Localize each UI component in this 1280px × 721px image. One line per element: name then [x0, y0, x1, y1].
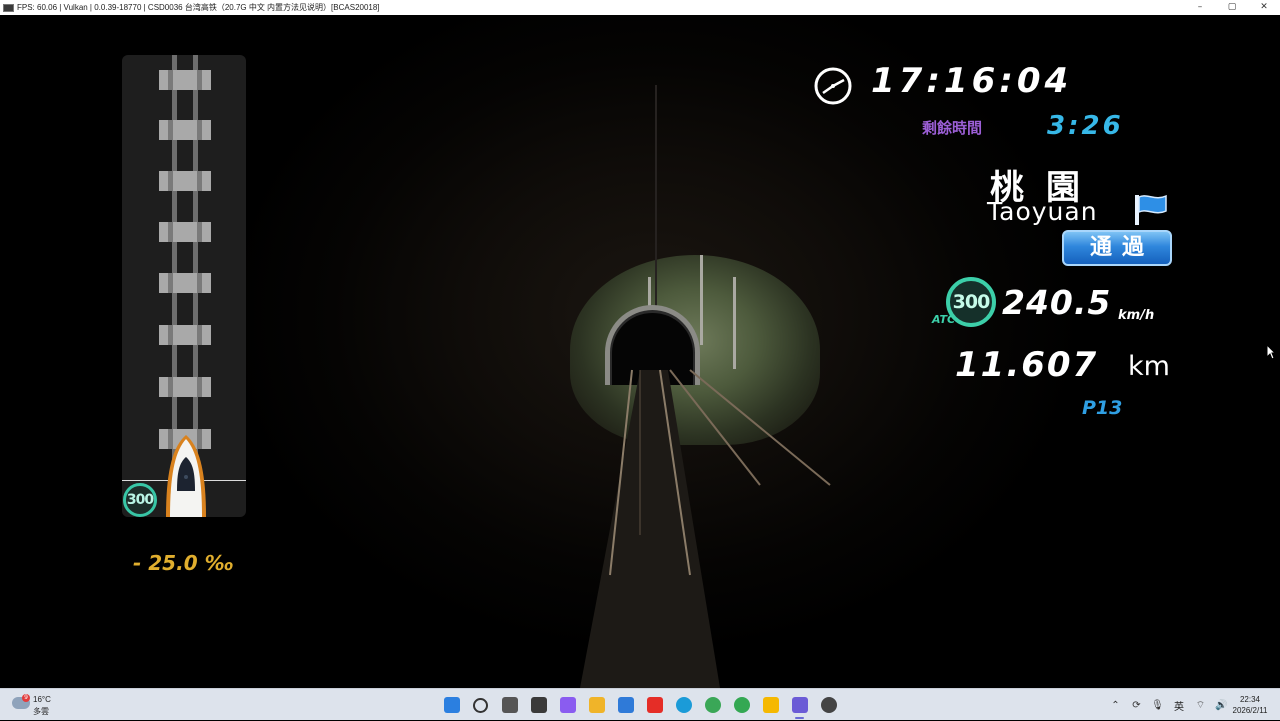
taskbar-time: 22:34 [1239, 695, 1261, 704]
track-sleeper [159, 120, 211, 140]
maximize-button[interactable]: ▢ [1216, 0, 1248, 15]
weather-description: 多雲 [33, 707, 49, 716]
gradient-value: - 25.0 ‰ [133, 551, 234, 575]
system-tray: ⌃ ⟳ 🎙 英 ⌔ 🔊 [1105, 689, 1232, 721]
task-view-button-icon [501, 697, 518, 713]
minimize-button[interactable]: – [1184, 0, 1216, 15]
track-sleeper [159, 70, 211, 90]
track-sleeper [159, 171, 211, 191]
clock-icon [814, 67, 852, 105]
taskbar-clock[interactable]: 22:34 2026/2/11 [1228, 694, 1272, 716]
point-code: P13 [1082, 397, 1123, 419]
app-goat-icon [530, 697, 547, 713]
window-title: FPS: 60.06 | Vulkan | 0.0.39-18770 | CSD… [17, 3, 380, 12]
taskbar-apps [437, 689, 843, 721]
app-youtube[interactable] [640, 689, 669, 721]
app-youtube-icon [646, 697, 663, 713]
track-rail [193, 55, 198, 475]
tray-sync-icon[interactable]: ⟳ [1126, 700, 1147, 711]
app-mail[interactable] [611, 689, 640, 721]
app-notes[interactable] [756, 689, 785, 721]
app-chrome[interactable] [698, 689, 727, 721]
window-controls: – ▢ ✕ [1184, 0, 1280, 15]
app-copilot[interactable] [553, 689, 582, 721]
app-text-editor[interactable] [785, 689, 814, 721]
app-simulator[interactable] [814, 689, 843, 721]
app-mail-icon [617, 697, 634, 713]
app-text-editor-icon [791, 697, 808, 713]
speed-value: 240.5 [1002, 283, 1112, 322]
speed-unit: km/h [1118, 308, 1155, 323]
search-button[interactable] [466, 689, 495, 721]
next-station-name-en: Taoyuan [987, 197, 1098, 226]
app-chrome-icon [704, 697, 721, 713]
task-view-button[interactable] [495, 689, 524, 721]
remaining-time-label: 剩餘時間 [922, 119, 983, 137]
distance-value: 11.607 [955, 345, 1099, 385]
track-sleeper [159, 377, 211, 397]
weather-badge: 9 [22, 694, 30, 702]
app-copilot-icon [559, 697, 576, 713]
app-file-explorer-icon [588, 697, 605, 713]
close-button[interactable]: ✕ [1248, 0, 1280, 15]
app-maps-icon [733, 697, 750, 713]
tray-overflow-chevron-icon[interactable]: ⌃ [1105, 700, 1126, 711]
start-button-icon [443, 697, 460, 713]
app-edge-icon [675, 697, 692, 713]
clock-time: 17:16:04 [871, 61, 1073, 101]
search-button-icon [473, 697, 488, 713]
app-maps[interactable] [727, 689, 756, 721]
atc-label: ATC [932, 313, 956, 326]
flag-icon [1135, 194, 1167, 225]
input-method-indicator[interactable]: 英 [1168, 698, 1190, 713]
gradient-track [159, 55, 211, 475]
gradient-indicator: 300 [122, 55, 246, 517]
weather-temperature: 16°C [33, 695, 51, 704]
app-file-explorer[interactable] [582, 689, 611, 721]
wifi-icon[interactable]: ⌔ [1190, 699, 1211, 712]
app-edge[interactable] [669, 689, 698, 721]
app-simulator-icon [820, 697, 837, 713]
app-goat[interactable] [524, 689, 553, 721]
start-button[interactable] [437, 689, 466, 721]
train-icon [166, 435, 206, 517]
taskbar: 9 16°C 多雲 ⌃ ⟳ 🎙 英 ⌔ 🔊 22:34 2026/2/11 [0, 688, 1280, 720]
taskbar-date: 2026/2/11 [1232, 706, 1268, 715]
app-window-icon [3, 3, 14, 12]
track-sleeper [159, 325, 211, 345]
game-viewport[interactable]: 300 - 25.0 ‰ 17:16:04 剩餘時間 3:26 桃園 Taoyu… [0, 15, 1280, 688]
atc-limit-badge-small: 300 [123, 483, 157, 517]
track-rail [172, 55, 177, 475]
remaining-time-value: 3:26 [1047, 111, 1124, 141]
stop-type-badge: 通過 [1062, 230, 1172, 266]
track-sleeper [159, 273, 211, 293]
distance-unit: km [1128, 351, 1170, 382]
mouse-cursor-icon [1266, 344, 1276, 360]
app-notes-icon [762, 697, 779, 713]
weather-widget[interactable]: 9 16°C 多雲 [10, 692, 70, 718]
microphone-icon[interactable]: 🎙 [1147, 700, 1168, 711]
window-title-bar: FPS: 60.06 | Vulkan | 0.0.39-18770 | CSD… [0, 0, 1280, 15]
track-sleeper [159, 222, 211, 242]
